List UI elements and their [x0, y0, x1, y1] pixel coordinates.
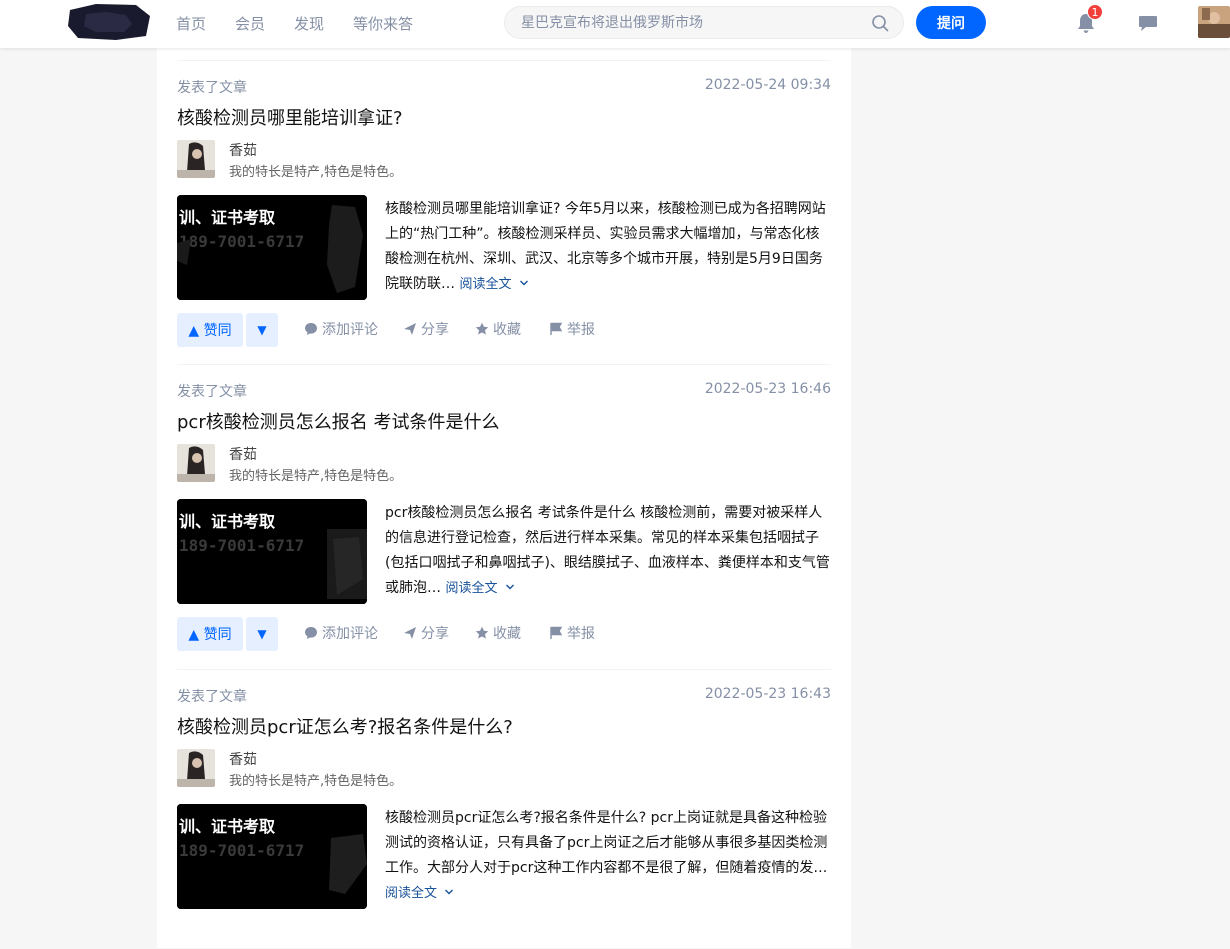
search-icon[interactable] — [871, 14, 889, 32]
thumb-text-line2: 189-7001-6717 — [179, 232, 304, 251]
thumb-text-line1: 训、证书考取 — [179, 208, 275, 227]
excerpt-text: 核酸检测员pcr证怎么考?报名条件是什么? pcr上岗证就是具备这种检验测试的资… — [385, 810, 828, 876]
upvote-button[interactable]: ▲ 赞同 — [177, 617, 243, 651]
nav-waiting-answers[interactable]: 等你来答 — [353, 0, 413, 48]
downvote-button[interactable]: ▼ — [246, 313, 278, 347]
collect-button[interactable]: 收藏 — [475, 617, 521, 651]
item-type: 发表了文章 — [177, 384, 247, 400]
star-icon — [475, 626, 489, 639]
article-title[interactable]: 核酸检测员pcr证怎么考?报名条件是什么? — [177, 713, 513, 739]
author-info: 香茹 我的特长是特产,特色是特色。 — [177, 444, 577, 484]
report-button[interactable]: 举报 — [549, 313, 595, 347]
feed-item: 发表了文章 2022-05-23 16:43 核酸检测员pcr证怎么考?报名条件… — [177, 669, 831, 949]
author-bio: 我的特长是特产,特色是特色。 — [229, 165, 403, 180]
item-time: 2022-05-24 09:34 — [704, 77, 831, 93]
downvote-arrow-icon: ▼ — [257, 627, 267, 641]
collect-button[interactable]: 收藏 — [475, 313, 521, 347]
chevron-down-icon — [519, 280, 528, 286]
user-avatar[interactable] — [1198, 6, 1230, 38]
thumb-text-line1: 训、证书考取 — [179, 817, 275, 836]
divider — [177, 364, 831, 365]
thumb-text-line2: 189-7001-6717 — [179, 841, 304, 860]
article-thumbnail[interactable]: 训、证书考取 189-7001-6717 — [177, 804, 367, 909]
share-button[interactable]: 分享 — [403, 617, 449, 651]
author-info: 香茹 我的特长是特产,特色是特色。 — [177, 140, 577, 180]
report-button[interactable]: 举报 — [549, 617, 595, 651]
divider — [177, 669, 831, 670]
comment-button[interactable]: 添加评论 — [304, 617, 378, 651]
author-avatar[interactable] — [177, 749, 215, 787]
feed-item: 发表了文章 2022-05-23 16:46 pcr核酸检测员怎么报名 考试条件… — [177, 364, 831, 664]
nav-home[interactable]: 首页 — [176, 0, 206, 48]
flag-icon — [550, 322, 563, 335]
search-box — [504, 6, 904, 39]
article-thumbnail[interactable]: 训、证书考取 189-7001-6717 — [177, 499, 367, 604]
author-name[interactable]: 香茹 — [229, 444, 257, 464]
excerpt-text: 核酸检测员哪里能培训拿证? 今年5月以来，核酸检测已成为各招聘网站上的“热门工种… — [385, 201, 826, 292]
author-bio: 我的特长是特产,特色是特色。 — [229, 774, 403, 789]
upvote-arrow-icon: ▲ — [188, 627, 200, 643]
item-type: 发表了文章 — [177, 80, 247, 96]
action-bar: ▲ 赞同 ▼ 添加评论 分享 收藏 举报 — [177, 313, 831, 347]
main-nav: 首页 会员 发现 等你来答 — [176, 0, 442, 48]
upvote-arrow-icon: ▲ — [188, 323, 200, 339]
downvote-arrow-icon: ▼ — [257, 323, 267, 337]
read-more-link[interactable]: 阅读全文 — [445, 581, 514, 596]
chevron-down-icon — [445, 889, 454, 895]
item-time: 2022-05-23 16:43 — [704, 686, 831, 702]
comment-icon — [305, 627, 317, 639]
item-type: 发表了文章 — [177, 689, 247, 705]
author-avatar[interactable] — [177, 140, 215, 178]
read-more-link[interactable]: 阅读全文 — [459, 277, 528, 292]
share-icon — [404, 627, 416, 639]
downvote-button[interactable]: ▼ — [246, 617, 278, 651]
site-logo[interactable] — [66, 2, 152, 42]
flag-icon — [550, 626, 563, 639]
item-time: 2022-05-23 16:46 — [704, 381, 831, 397]
thumb-text-line1: 训、证书考取 — [179, 512, 275, 531]
star-icon — [475, 322, 489, 335]
chevron-down-icon — [505, 584, 514, 590]
comment-icon — [305, 323, 317, 335]
article-thumbnail[interactable]: 训、证书考取 189-7001-6717 — [177, 195, 367, 300]
messages-icon[interactable] — [1137, 12, 1159, 34]
author-info: 香茹 我的特长是特产,特色是特色。 — [177, 749, 577, 789]
top-navbar: 首页 会员 发现 等你来答 提问 1 — [0, 0, 1230, 48]
thumb-text-line2: 189-7001-6717 — [179, 536, 304, 555]
article-excerpt: 核酸检测员pcr证怎么考?报名条件是什么? pcr上岗证就是具备这种检验测试的资… — [385, 806, 831, 906]
author-name[interactable]: 香茹 — [229, 749, 257, 769]
feed-item: 发表了文章 2022-05-24 09:34 核酸检测员哪里能培训拿证? 香茹 … — [177, 60, 831, 360]
author-avatar[interactable] — [177, 444, 215, 482]
ask-question-button[interactable]: 提问 — [916, 6, 986, 39]
article-excerpt: 核酸检测员哪里能培训拿证? 今年5月以来，核酸检测已成为各招聘网站上的“热门工种… — [385, 197, 831, 297]
comment-button[interactable]: 添加评论 — [304, 313, 378, 347]
author-bio: 我的特长是特产,特色是特色。 — [229, 469, 403, 484]
article-title[interactable]: 核酸检测员哪里能培训拿证? — [177, 104, 403, 130]
search-input[interactable] — [521, 7, 861, 38]
read-more-link[interactable]: 阅读全文 — [385, 886, 454, 901]
upvote-button[interactable]: ▲ 赞同 — [177, 313, 243, 347]
nav-vip[interactable]: 会员 — [235, 0, 265, 48]
action-bar: ▲ 赞同 ▼ 添加评论 分享 收藏 举报 — [177, 617, 831, 651]
share-icon — [404, 323, 416, 335]
author-name[interactable]: 香茹 — [229, 140, 257, 160]
article-excerpt: pcr核酸检测员怎么报名 考试条件是什么 核酸检测前，需要对被采样人的信息进行登… — [385, 501, 831, 601]
article-title[interactable]: pcr核酸检测员怎么报名 考试条件是什么 — [177, 408, 499, 434]
feed-card: 发表了文章 2022-05-24 09:34 核酸检测员哪里能培训拿证? 香茹 … — [157, 48, 851, 948]
notification-count-badge: 1 — [1087, 4, 1103, 20]
share-button[interactable]: 分享 — [403, 313, 449, 347]
nav-discover[interactable]: 发现 — [294, 0, 324, 48]
divider — [177, 60, 831, 61]
